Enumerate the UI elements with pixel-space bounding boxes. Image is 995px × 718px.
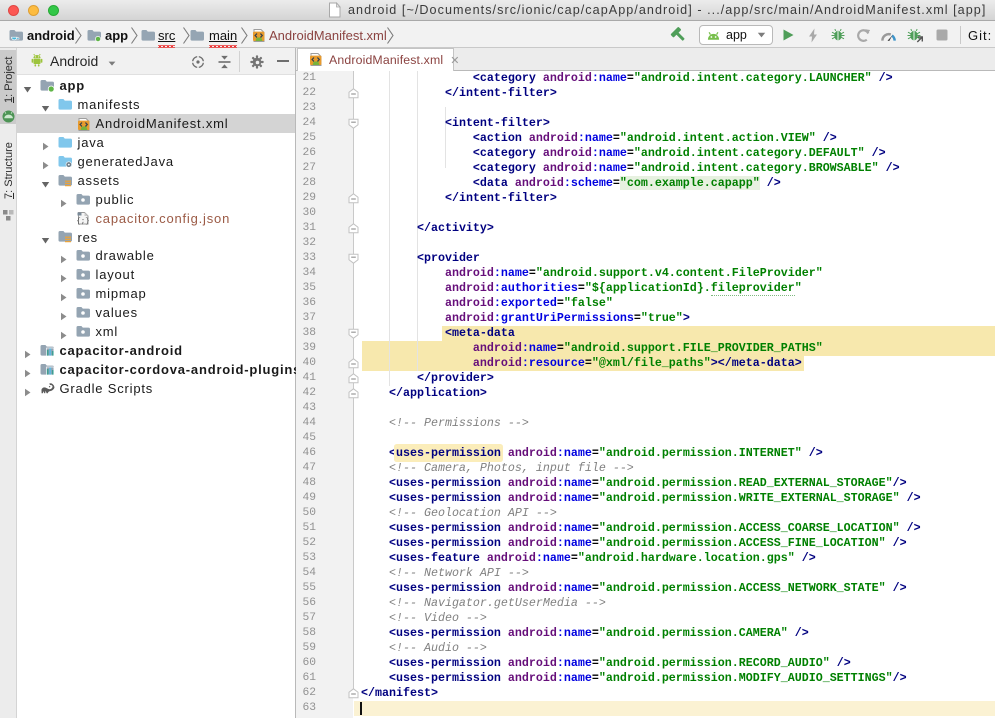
svg-text:{;}: {;} — [76, 219, 90, 226]
